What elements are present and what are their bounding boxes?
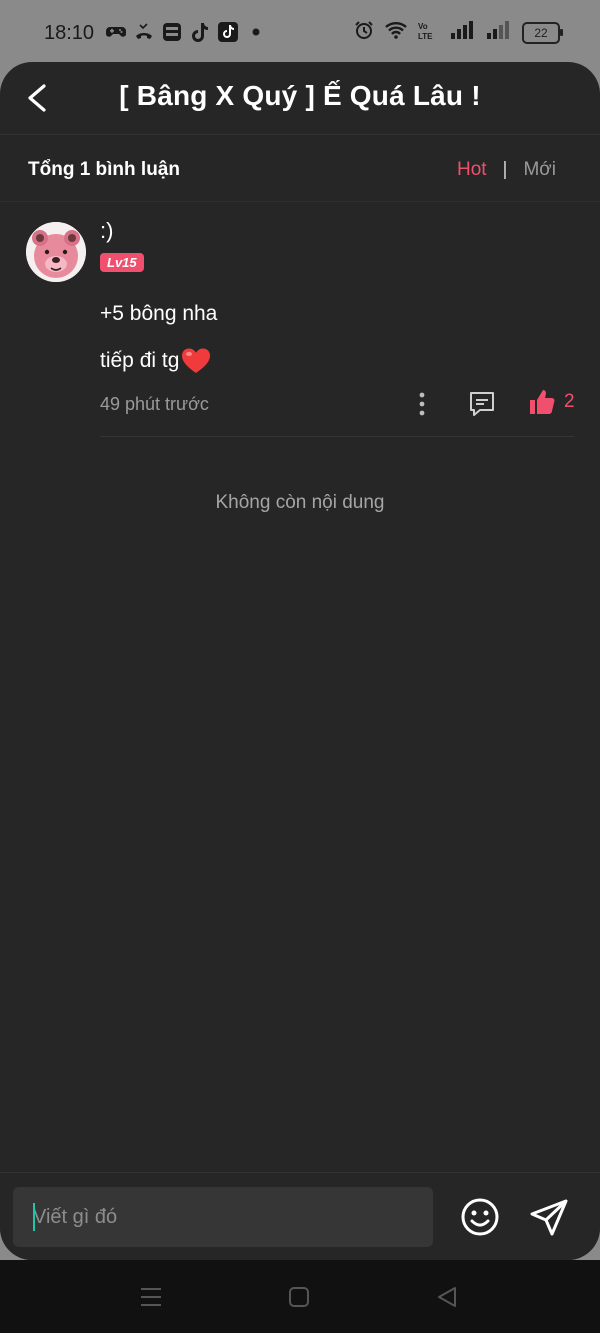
divider (100, 436, 574, 437)
bao-moi-icon (162, 22, 182, 42)
comment-icon (470, 392, 494, 416)
comment-text: tiếp đi tg (100, 349, 180, 372)
heart-emoji-icon (182, 348, 211, 373)
sort-hot-tab[interactable]: Hot (457, 159, 487, 181)
more-options-button[interactable] (412, 391, 432, 417)
like-count: 2 (564, 391, 575, 412)
comment-input[interactable]: Viết gì đó (13, 1187, 433, 1247)
system-nav-bar (0, 1260, 600, 1333)
level-badge: Lv15 (100, 253, 144, 272)
notification-icons (106, 22, 266, 42)
status-time: 18:10 (44, 22, 95, 44)
comments-summary-bar: Tổng 1 bình luận Hot | Mới (0, 135, 600, 202)
send-icon (530, 1199, 568, 1236)
back-nav-icon[interactable] (436, 1286, 458, 1313)
wifi-icon (384, 20, 408, 45)
svg-text:Vo: Vo (418, 22, 428, 31)
missed-call-icon (134, 22, 154, 42)
dot-icon (246, 22, 266, 42)
sort-separator: | (502, 159, 508, 180)
comment-text-line: +5 bông nha (100, 302, 218, 325)
comment-item: :) Lv15 +5 bông nha tiếp đi tg 49 phút t… (0, 202, 600, 438)
signal-icon (450, 21, 476, 44)
battery-indicator: 22 (522, 21, 563, 44)
comment-count: Tổng 1 bình luận (28, 159, 180, 180)
comment-timestamp: 49 phút trước (100, 394, 209, 414)
alarm-icon (354, 20, 374, 45)
smiley-icon (461, 1198, 499, 1236)
comment-username[interactable]: :) (100, 218, 113, 244)
signal-icon (486, 21, 512, 44)
text-caret (33, 1203, 35, 1231)
sort-switch: Hot | Mới (457, 159, 556, 181)
home-icon[interactable] (288, 1286, 310, 1313)
more-vertical-icon (419, 392, 425, 416)
status-bar: 18:10 Vo LTE 22 (0, 0, 600, 62)
comments-sheet: [ Bâng X Quý ] Ế Quá Lâu ! Tổng 1 bình l… (0, 62, 600, 1260)
tiktok-icon (218, 22, 238, 42)
thumbs-up-icon (530, 390, 555, 414)
page-title: [ Bâng X Quý ] Ế Quá Lâu ! (119, 80, 481, 111)
system-icons: Vo LTE 22 (354, 20, 563, 45)
emoji-button[interactable] (460, 1197, 500, 1237)
svg-text:LTE: LTE (418, 32, 433, 40)
recent-apps-icon[interactable] (140, 1286, 162, 1313)
comment-input-bar: Viết gì đó (0, 1172, 600, 1260)
reply-button[interactable] (468, 390, 496, 418)
like-button[interactable]: 2 (528, 388, 575, 416)
comment-input-placeholder: Viết gì đó (33, 1206, 118, 1228)
header: [ Bâng X Quý ] Ế Quá Lâu ! (0, 62, 600, 135)
comment-text-line: tiếp đi tg (100, 347, 211, 375)
end-of-list-text: Không còn nội dung (215, 492, 385, 513)
game-controller-icon (106, 22, 126, 42)
send-button[interactable] (528, 1195, 572, 1239)
tiktok-icon (190, 22, 210, 42)
volte-icon: Vo LTE (418, 20, 440, 45)
avatar[interactable] (26, 222, 86, 282)
sort-new-tab[interactable]: Mới (523, 159, 556, 181)
